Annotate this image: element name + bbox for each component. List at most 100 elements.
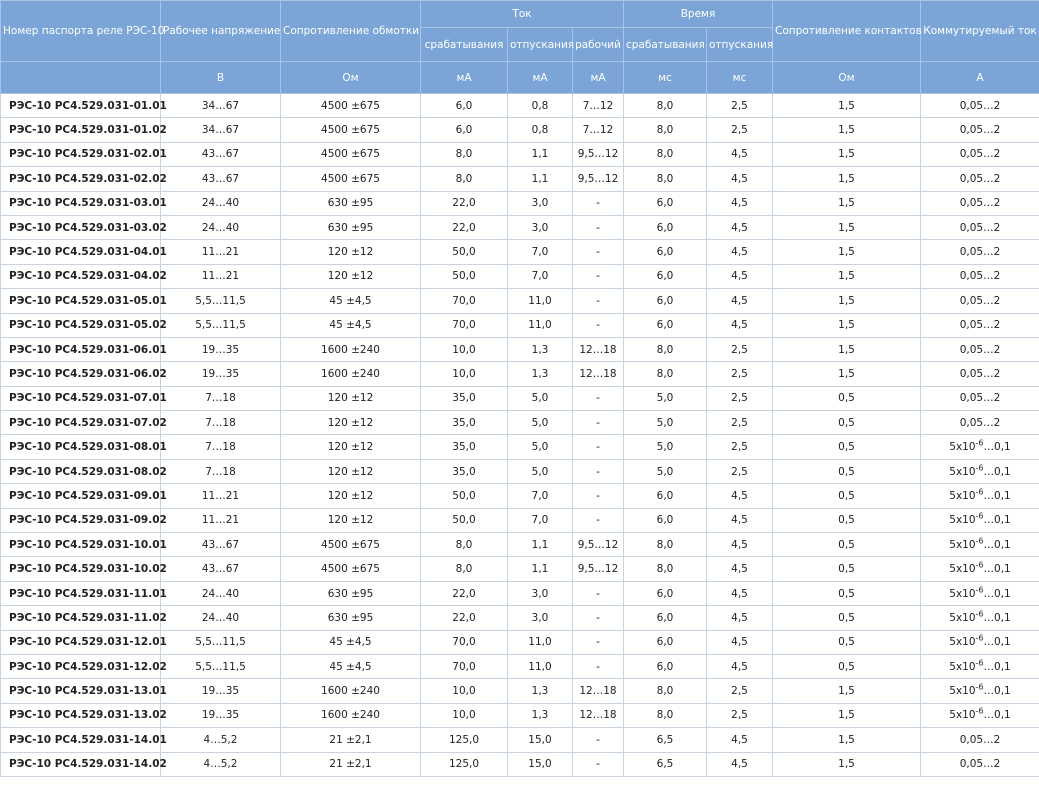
table-cell: 0,05…2 (920, 214, 1039, 241)
table-cell: 1,5 (772, 702, 922, 729)
table-cell: 0,05…2 (920, 727, 1039, 753)
table-cell: 0,5 (772, 556, 922, 582)
table-cell: 7,0 (507, 483, 573, 509)
header-current-pickup: срабатывания (420, 27, 508, 62)
table-cell: 6,0 (623, 580, 707, 607)
table-cell: 4500 ±675 (280, 92, 421, 119)
table-cell: 4,5 (705, 653, 774, 680)
table-cell: 4,5 (705, 263, 774, 290)
table-cell: 1,5 (772, 117, 922, 143)
table-cell: - (572, 580, 624, 607)
relay-passport-number: РЭС-10 РС4.529.031-12.02 (0, 653, 167, 680)
table-cell: 1,5 (772, 239, 922, 265)
table-cell: 12…18 (572, 361, 624, 387)
table-cell: 11…21 (160, 507, 281, 534)
table-cell: 4,5 (705, 507, 774, 534)
table-cell: 2,5 (705, 385, 774, 412)
table-cell: 0,5 (772, 507, 922, 534)
switched-rest: …0,1 (983, 660, 1011, 673)
table-cell: 6,5 (623, 727, 707, 753)
table-row: РЭС-10 РС4.529.031-07.02 7…18 120 ±12 35,0 5… (0, 410, 1039, 436)
table-cell: 2,5 (705, 410, 774, 436)
table-cell: 43…67 (160, 532, 281, 558)
switched-exponent: -6 (975, 463, 984, 473)
relay-passport-number: РЭС-10 РС4.529.031-14.02 (0, 751, 167, 777)
relay-passport-number: РЭС-10 РС4.529.031-03.01 (0, 190, 167, 216)
table-cell: - (572, 483, 624, 509)
table-cell: 0,5 (772, 434, 922, 460)
table-cell: 7…12 (572, 92, 624, 119)
table-cell: 6,0 (623, 288, 707, 314)
table-cell: 0,05…2 (920, 141, 1039, 168)
relay-passport-number: РЭС-10 РС4.529.031-13.01 (0, 678, 167, 704)
table-cell: 70,0 (420, 312, 508, 338)
table-cell: 4,5 (705, 629, 774, 655)
table-cell: 8,0 (420, 532, 508, 558)
table-cell: 8,0 (623, 556, 707, 582)
switched-base: 5x10 (949, 441, 976, 454)
header-switched-current: Коммутируемый ток (920, 0, 1039, 62)
table-cell: - (572, 751, 624, 777)
table-cell: 0,05…2 (920, 263, 1039, 290)
table-cell: 1,1 (507, 556, 573, 582)
relay-passport-number: РЭС-10 РС4.529.031-07.01 (0, 385, 167, 412)
table-cell: 6,0 (623, 653, 707, 680)
relay-passport-number: РЭС-10 РС4.529.031-08.01 (0, 434, 167, 460)
table-cell: 24…40 (160, 214, 281, 241)
switched-exponent: -6 (975, 658, 984, 668)
table-cell: 4,5 (705, 239, 774, 265)
table-cell: 45 ±4,5 (280, 653, 421, 680)
switched-base: 5x10 (949, 636, 976, 649)
table-cell: 8,0 (623, 532, 707, 558)
table-cell: 3,0 (507, 605, 573, 631)
relay-passport-number: РЭС-10 РС4.529.031-11.02 (0, 605, 167, 631)
table-cell: 5x10-6…0,1 (920, 532, 1039, 558)
table-cell: 2,5 (705, 678, 774, 704)
relay-passport-number: РЭС-10 РС4.529.031-14.01 (0, 727, 167, 753)
table-cell: 35,0 (420, 410, 508, 436)
table-cell: 2,5 (705, 336, 774, 363)
table-cell: 1600 ±240 (280, 361, 421, 387)
table-cell: 5,0 (623, 385, 707, 412)
table-row: РЭС-10 РС4.529.031-03.01 24…40 630 ±95 22,0… (0, 190, 1039, 216)
table-cell: 4,5 (705, 141, 774, 168)
table-row: РЭС-10 РС4.529.031-01.01 34…67 4500 ±675 6,… (0, 92, 1039, 119)
table-cell: 630 ±95 (280, 580, 421, 607)
relay-passport-number: РЭС-10 РС4.529.031-10.02 (0, 556, 167, 582)
table-cell: 43…67 (160, 141, 281, 168)
table-cell: 21 ±2,1 (280, 751, 421, 777)
table-cell: 6,0 (623, 483, 707, 509)
table-cell: - (572, 190, 624, 216)
header-time-release: отпускания (705, 27, 773, 62)
switched-exponent: -6 (975, 560, 984, 570)
table-cell: 0,05…2 (920, 117, 1039, 143)
table-cell: 1,5 (772, 336, 922, 363)
table-body: РЭС-10 РС4.529.031-01.01 34…67 4500 ±675 6,… (0, 92, 1039, 777)
table-cell: 43…67 (160, 556, 281, 582)
table-cell: 1,3 (507, 361, 573, 387)
table-row: РЭС-10 РС4.529.031-07.01 7…18 120 ±12 35,0 5… (0, 385, 1039, 412)
table-cell: 4500 ±675 (280, 556, 421, 582)
switched-exponent: -6 (975, 609, 984, 619)
table-cell: 5x10-6…0,1 (920, 507, 1039, 534)
table-cell: 11,0 (507, 312, 573, 338)
table-cell: 5x10-6…0,1 (920, 434, 1039, 460)
table-cell: 15,0 (507, 727, 573, 753)
unit-cell: мА (507, 61, 573, 94)
relay-passport-number: РЭС-10 РС4.529.031-04.02 (0, 263, 167, 290)
table-cell: 4,5 (705, 580, 774, 607)
table-cell: 4500 ±675 (280, 532, 421, 558)
table-cell: 0,05…2 (920, 385, 1039, 412)
unit-cell: мс (623, 61, 707, 94)
header-time-group: Время (622, 0, 774, 28)
table-cell: 70,0 (420, 629, 508, 655)
relay-passport-number: РЭС-10 РС4.529.031-02.01 (0, 141, 167, 168)
relay-passport-number: РЭС-10 РС4.529.031-13.02 (0, 702, 167, 729)
table-cell: 0,5 (772, 458, 922, 485)
table-cell: 45 ±4,5 (280, 312, 421, 338)
table-cell: 19…35 (160, 361, 281, 387)
table-cell: 9,5…12 (572, 141, 624, 168)
switched-exponent: -6 (975, 585, 984, 594)
table-cell: 1,5 (772, 263, 922, 290)
table-cell: 1,5 (772, 141, 922, 168)
